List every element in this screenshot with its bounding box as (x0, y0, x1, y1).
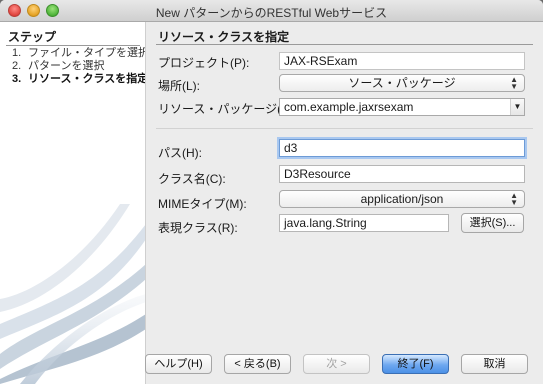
representation-class-input[interactable]: java.lang.String (279, 214, 449, 232)
panel-divider (156, 44, 533, 45)
package-combobox-value: com.example.jaxrsexam (284, 100, 414, 114)
select-class-button[interactable]: 選択(S)... (461, 213, 524, 233)
popup-arrows-icon: ▲ ▼ (510, 191, 518, 207)
project-field[interactable]: JAX-RSExam (279, 52, 525, 70)
step-label: ファイル・タイプを選択 (28, 47, 146, 59)
title-bar[interactable]: New パターンからのRESTful Webサービス (0, 0, 543, 22)
step-number: 3. (12, 73, 22, 85)
steps-sidebar: ステップ 1. ファイル・タイプを選択 2. パターンを選択 3. リソース・クラスを… (0, 22, 146, 384)
class-name-input[interactable]: D3Resource (279, 165, 525, 183)
mime-type-label: MIMEタイプ(M): (158, 197, 247, 211)
step-item-1: 1. ファイル・タイプを選択 (12, 47, 146, 60)
project-label: プロジェクト(P): (158, 56, 250, 70)
back-button[interactable]: < 戻る(B) (224, 354, 291, 374)
chevron-down-icon[interactable]: ▼ (510, 99, 524, 115)
finish-button[interactable]: 終了(F) (382, 354, 449, 374)
step-item-3-current: 3. リソース・クラスを指定 (12, 73, 146, 86)
dialog-window: New パターンからのRESTful Webサービス ステップ 1. ファイル・タ… (0, 0, 543, 384)
cancel-button[interactable]: 取消 (461, 354, 528, 374)
mime-type-select-value: application/json (360, 192, 444, 206)
step-number: 1. (12, 47, 22, 59)
steps-divider (6, 45, 140, 46)
step-label: リソース・クラスを指定 (28, 73, 146, 85)
location-select[interactable]: ソース・パッケージ ▲ ▼ (279, 74, 525, 92)
next-button[interactable]: 次 > (303, 354, 370, 374)
location-select-value: ソース・パッケージ (348, 76, 456, 90)
mime-type-select[interactable]: application/json ▲ ▼ (279, 190, 525, 208)
steps-title: ステップ (8, 30, 57, 44)
step-item-2: 2. パターンを選択 (12, 60, 145, 73)
section-divider (156, 128, 533, 129)
window-title: New パターンからのRESTful Webサービス (155, 6, 388, 20)
popup-arrows-icon: ▲ ▼ (510, 75, 518, 91)
package-combobox[interactable]: com.example.jaxrsexam ▼ (279, 98, 525, 116)
path-input[interactable]: d3 (279, 139, 525, 157)
package-label: リソース・パッケージ(K): (158, 102, 297, 116)
sidebar-swoosh-graphic (0, 204, 145, 384)
step-label: パターンを選択 (28, 60, 105, 72)
class-name-label: クラス名(C): (158, 172, 226, 186)
help-button[interactable]: ヘルプ(H) (145, 354, 212, 374)
panel-title: リソース・クラスを指定 (158, 30, 290, 44)
representation-class-label: 表現クラス(R): (158, 221, 238, 235)
steps-list: 1. ファイル・タイプを選択 2. パターンを選択 3. リソース・クラスを指定 (12, 47, 146, 86)
location-label: 場所(L): (158, 79, 201, 93)
step-number: 2. (12, 60, 22, 72)
path-label: パス(H): (158, 146, 202, 160)
